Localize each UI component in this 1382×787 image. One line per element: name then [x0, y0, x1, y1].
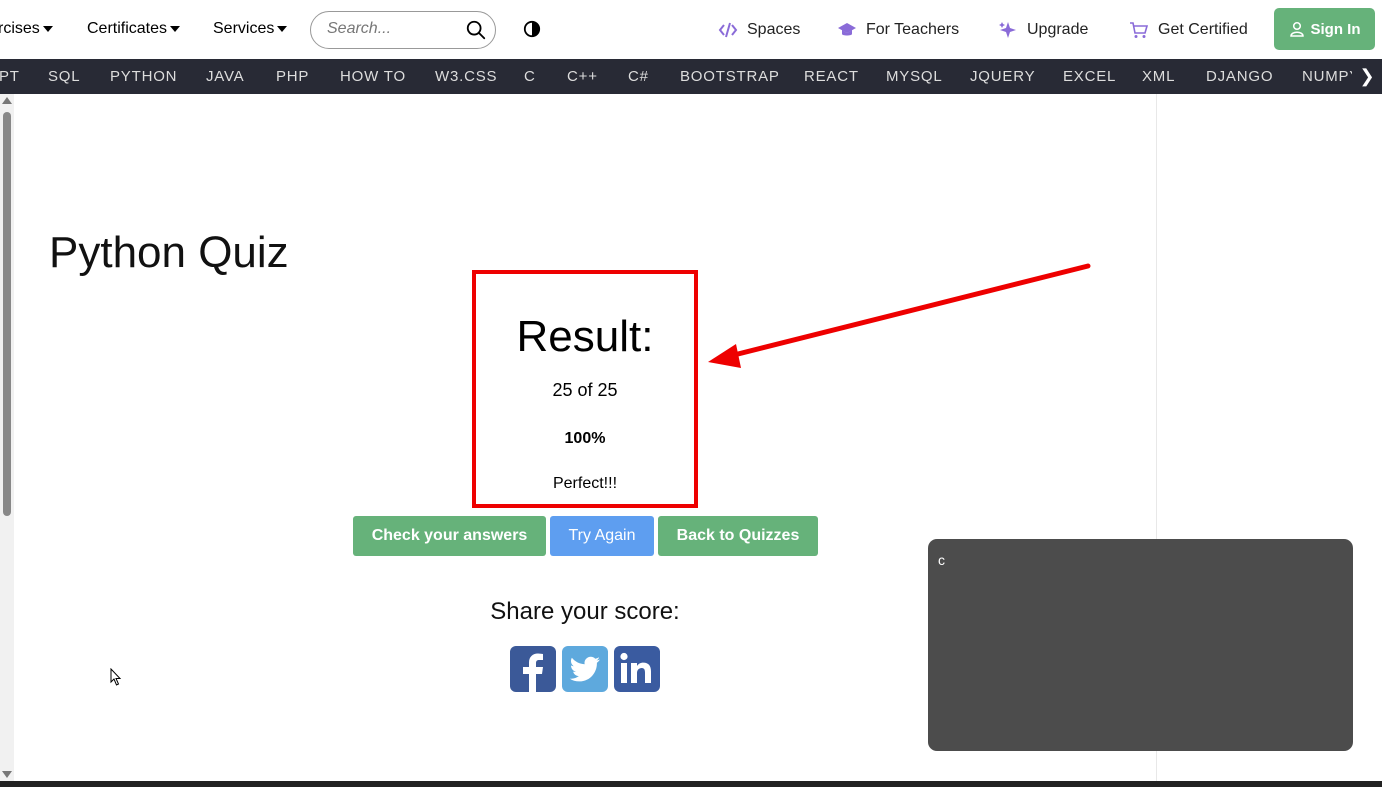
twitter-icon: [569, 656, 600, 682]
facebook-share-button[interactable]: [510, 646, 556, 692]
upgrade-link[interactable]: Upgrade: [998, 20, 1088, 40]
subject-link[interactable]: BOOTSTRAP: [680, 68, 780, 85]
top-navigation: rcises Certificates Services Spaces For …: [0, 0, 1382, 59]
services-label: Services: [213, 20, 275, 37]
subject-link[interactable]: W3.CSS: [435, 68, 497, 85]
spaces-label: Spaces: [747, 21, 801, 38]
scroll-up-icon[interactable]: [2, 97, 12, 104]
scrollbar[interactable]: [0, 94, 14, 782]
subject-link[interactable]: XML: [1142, 68, 1175, 85]
mouse-cursor-icon: [110, 668, 122, 686]
graduation-cap-icon: [838, 23, 856, 36]
subject-link[interactable]: MYSQL: [886, 68, 943, 85]
linkedin-share-button[interactable]: [614, 646, 660, 692]
exercises-dropdown[interactable]: rcises: [0, 20, 53, 38]
spaces-link[interactable]: Spaces: [718, 20, 800, 40]
certificates-dropdown[interactable]: Certificates: [87, 20, 181, 38]
subject-link[interactable]: REACT: [804, 68, 859, 85]
result-message: Perfect!!!: [552, 475, 618, 492]
for-teachers-link[interactable]: For Teachers: [837, 20, 959, 40]
search-icon[interactable]: [465, 19, 487, 41]
linkedin-icon: [620, 652, 651, 683]
bottom-bar: [0, 781, 1382, 787]
user-icon: [1289, 21, 1304, 37]
subject-link[interactable]: EXCEL: [1063, 68, 1116, 85]
search-box: [310, 11, 496, 49]
get-certified-label: Get Certified: [1158, 21, 1248, 38]
result-score: 25 of 25: [552, 380, 618, 400]
share-heading: Share your score:: [490, 598, 680, 625]
caret-down-icon: [42, 25, 53, 32]
result-box: Result: 25 of 25 100% Perfect!!!: [472, 270, 698, 508]
subject-link[interactable]: PYTHON: [110, 68, 177, 85]
subject-link[interactable]: PT: [0, 68, 20, 85]
subject-link[interactable]: C: [524, 68, 536, 85]
scrollbar-thumb[interactable]: [3, 112, 11, 516]
sign-in-button[interactable]: Sign In: [1274, 8, 1375, 50]
check-answers-button[interactable]: Check your answers: [353, 516, 546, 556]
for-teachers-label: For Teachers: [866, 21, 960, 38]
subject-link[interactable]: SQL: [48, 68, 80, 85]
subject-link[interactable]: DJANGO: [1206, 68, 1273, 85]
scroll-down-icon[interactable]: [2, 771, 12, 778]
overlay-panel: c: [928, 539, 1353, 751]
sparkle-icon: [999, 22, 1016, 38]
subject-link[interactable]: PHP: [276, 68, 309, 85]
result-title: Result:: [516, 312, 654, 361]
overlay-text: c: [938, 552, 945, 568]
upgrade-label: Upgrade: [1027, 21, 1089, 38]
sign-in-label: Sign In: [1310, 20, 1361, 38]
caret-down-icon: [277, 25, 288, 32]
subject-link[interactable]: JQUERY: [970, 68, 1035, 85]
back-to-quizzes-button[interactable]: Back to Quizzes: [658, 516, 818, 556]
chevron-right-icon[interactable]: ❯: [1352, 59, 1382, 94]
contrast-icon[interactable]: [523, 20, 541, 38]
twitter-share-button[interactable]: [562, 646, 608, 692]
get-certified-link[interactable]: Get Certified: [1129, 20, 1248, 40]
search-input[interactable]: [327, 19, 457, 39]
exercises-label: rcises: [0, 20, 40, 37]
cart-icon: [1130, 22, 1149, 38]
caret-down-icon: [170, 25, 181, 32]
result-percentage: 100%: [564, 430, 606, 447]
code-icon: [718, 22, 738, 38]
subject-link[interactable]: HOW TO: [340, 68, 406, 85]
try-again-button[interactable]: Try Again: [550, 516, 654, 556]
subject-link[interactable]: C++: [567, 68, 598, 85]
subject-link[interactable]: JAVA: [206, 68, 245, 85]
subject-bar: PT SQL PYTHON JAVA PHP HOW TO W3.CSS C C…: [0, 59, 1382, 94]
annotation-arrow-icon: [708, 263, 1091, 368]
certificates-label: Certificates: [87, 20, 168, 37]
subject-link[interactable]: C#: [628, 68, 649, 85]
services-dropdown[interactable]: Services: [213, 20, 288, 38]
page-title: Python Quiz: [49, 228, 289, 277]
facebook-icon: [523, 653, 543, 692]
